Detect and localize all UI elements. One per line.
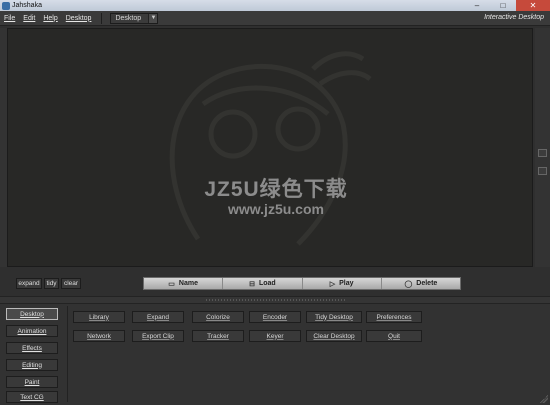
quit-button[interactable]: Quit [366, 330, 422, 342]
export-clip-label: Export Clip [142, 332, 174, 340]
splitter-grip [205, 299, 345, 301]
module-effects[interactable]: Effects [6, 342, 58, 354]
library-button[interactable]: Library [73, 311, 125, 323]
module-panel: Desktop Animation Effects Editing Paint … [0, 304, 550, 405]
tracker-label: Tracker [207, 332, 229, 340]
play-label: Play [339, 280, 354, 287]
colorize-button[interactable]: Colorize [192, 311, 244, 323]
delete-icon: ◯ [404, 280, 413, 288]
module-paint[interactable]: Paint [6, 376, 58, 388]
network-button[interactable]: Network [73, 330, 125, 342]
watermark: JZ5U绿色下载 www.jz5u.com [186, 178, 366, 218]
jahshaka-logo-icon [169, 51, 372, 246]
watermark-title: JZ5U绿色下载 [204, 178, 348, 201]
load-label: Load [258, 280, 276, 287]
module-desktop[interactable]: Desktop [6, 308, 58, 320]
window-controls: – □ ✕ [464, 0, 550, 11]
list-view-icon[interactable] [538, 167, 547, 175]
keyer-button[interactable]: Keyer [249, 330, 301, 342]
export-clip-button[interactable]: Export Clip [132, 330, 184, 342]
play-button[interactable]: ▷ Play [302, 278, 382, 289]
preferences-button[interactable]: Preferences [366, 311, 422, 323]
watermark-url: www.jz5u.com [228, 201, 324, 217]
tidy-desktop-button[interactable]: Tidy Desktop [306, 311, 362, 323]
module-list: Desktop Animation Effects Editing Paint … [4, 304, 64, 405]
encoder-label: Encoder [262, 313, 288, 321]
expand-button[interactable]: expand [16, 278, 42, 289]
expand-desktop-button[interactable]: Expand [132, 311, 184, 323]
grid-view-icon[interactable] [538, 149, 547, 157]
chevron-down-icon[interactable]: ▼ [148, 13, 158, 23]
colorize-label: Colorize [206, 313, 230, 321]
library-label: Library [89, 313, 109, 321]
name-icon: ▭ [168, 280, 175, 288]
window-title: Jahshaka [12, 2, 42, 9]
module-desktop-label: Desktop [20, 310, 44, 318]
menu-desktop[interactable]: Desktop [62, 15, 96, 22]
delete-label: Delete [416, 280, 438, 287]
module-editing[interactable]: Editing [6, 359, 58, 371]
load-icon: ⊟ [249, 280, 255, 288]
app-icon [2, 1, 10, 10]
maximize-button[interactable]: □ [490, 0, 516, 11]
mode-label: Interactive Desktop [484, 14, 544, 21]
module-text-cg-label: Text CG [20, 393, 44, 401]
expand-desktop-label: Expand [146, 313, 170, 321]
module-text-cg[interactable]: Text CG [6, 391, 58, 403]
encoder-button[interactable]: Encoder [249, 311, 301, 323]
right-dock-strip [535, 28, 550, 267]
preferences-label: Preferences [376, 313, 412, 321]
desktop-viewport[interactable]: JZ5U绿色下载 www.jz5u.com [7, 28, 533, 267]
tidy-desktop-label: Tidy Desktop [315, 313, 353, 321]
menu-help[interactable]: Help [39, 15, 61, 22]
module-effects-label: Effects [22, 344, 42, 352]
minimize-button[interactable]: – [464, 0, 490, 11]
clear-button[interactable]: clear [61, 278, 81, 289]
delete-button[interactable]: ◯ Delete [381, 278, 460, 289]
name-button[interactable]: ▭ Name [144, 278, 224, 289]
menu-file[interactable]: File [0, 15, 19, 22]
clip-toolbar: ▭ Name ⊟ Load ▷ Play ◯ Delete [143, 277, 461, 290]
desktop-select-value: Desktop [115, 14, 142, 22]
viewport-controls: expand tidy clear ▭ Name ⊟ Load ▷ Play ◯… [0, 270, 550, 296]
name-label: Name [178, 280, 198, 287]
clear-desktop-label: Clear Desktop [313, 332, 355, 340]
desktop-select[interactable]: Desktop ▼ [110, 12, 159, 24]
title-bar: Jahshaka – □ ✕ [0, 0, 550, 11]
keyer-label: Keyer [266, 332, 284, 340]
menu-edit[interactable]: Edit [19, 15, 39, 22]
quit-label: Quit [388, 332, 400, 340]
module-animation[interactable]: Animation [6, 325, 58, 337]
menu-bar: File Edit Help Desktop Desktop ▼ Interac… [0, 11, 550, 26]
menu-divider [101, 12, 103, 24]
module-animation-label: Animation [17, 327, 47, 335]
panel-divider [67, 306, 68, 402]
module-editing-label: Editing [22, 361, 42, 369]
tracker-button[interactable]: Tracker [192, 330, 244, 342]
play-icon: ▷ [329, 280, 336, 288]
panel-splitter[interactable] [0, 296, 550, 304]
module-paint-label: Paint [24, 378, 40, 386]
load-button[interactable]: ⊟ Load [223, 278, 303, 289]
close-button[interactable]: ✕ [516, 0, 550, 11]
left-dock-strip [0, 28, 7, 267]
tidy-button[interactable]: tidy [44, 278, 59, 289]
resize-grip-icon[interactable] [540, 395, 548, 403]
network-label: Network [87, 332, 111, 340]
clear-desktop-button[interactable]: Clear Desktop [306, 330, 362, 342]
